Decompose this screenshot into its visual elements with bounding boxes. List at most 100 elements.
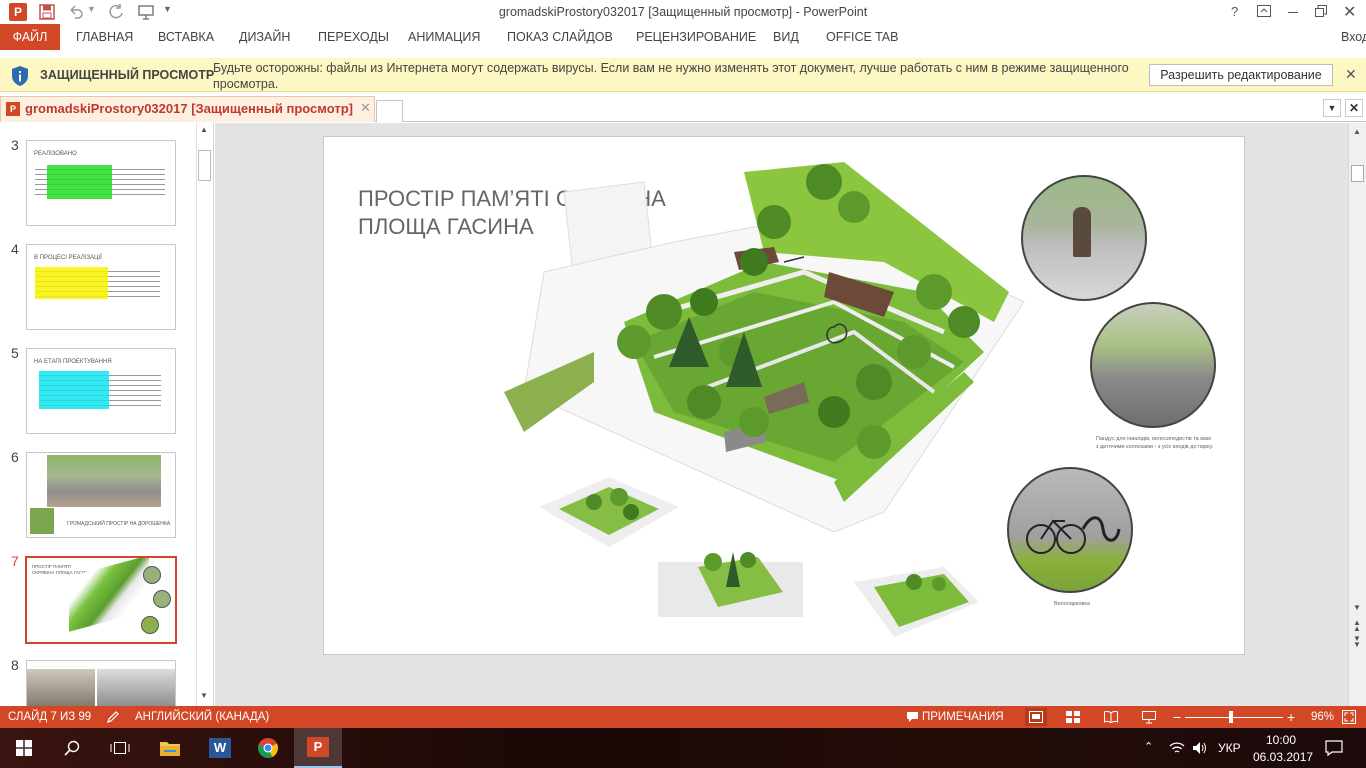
zoom-level[interactable]: 96% — [1311, 706, 1334, 728]
thumbnail-slide-5[interactable]: НА ЕТАПІ ПРОЕКТУВАННЯ — [26, 348, 176, 434]
thumbnail-number: 7 — [11, 553, 19, 569]
vignette-right — [854, 567, 979, 637]
thumbnail-photo — [97, 669, 175, 706]
fit-slide-icon[interactable] — [1342, 710, 1356, 724]
notifications-icon[interactable] — [1325, 740, 1343, 756]
taskbar-file-explorer[interactable] — [146, 728, 194, 768]
caption-ramp-line1: Пандус для інвалідів, велосипедистів та … — [1096, 436, 1211, 442]
thumbnail-slide-4[interactable]: В ПРОЦЕСІ РЕАЛІЗАЦІЇ — [26, 244, 176, 330]
scroll-up-icon[interactable]: ▲ — [200, 125, 208, 134]
tab-animations[interactable]: АНИМАЦИЯ — [408, 24, 480, 50]
powerpoint-icon: P — [307, 737, 329, 757]
sign-in-link[interactable]: Вход — [1341, 24, 1366, 50]
vignette-middle — [658, 552, 803, 617]
thumbnail-photo-small — [30, 508, 54, 534]
taskbar-powerpoint[interactable]: P — [294, 728, 342, 768]
new-tab-button[interactable] — [376, 100, 403, 122]
tab-office-tab[interactable]: OFFICE TAB — [826, 24, 898, 50]
shield-icon — [12, 66, 28, 86]
tab-view[interactable]: ВИД — [773, 24, 799, 50]
close-document-icon[interactable]: ✕ — [1345, 99, 1363, 117]
scroll-thumb[interactable] — [1351, 165, 1364, 182]
clock-time[interactable]: 10:00 — [1266, 733, 1296, 747]
slide-edit-area: ПРОСТІР ПАМ’ЯТІ СКРЯБІНА ПЛОЩА ГАСИНА Па… — [215, 123, 1348, 706]
bicycle-icon — [1026, 516, 1121, 554]
protected-view-title: ЗАЩИЩЕННЫЙ ПРОСМОТР — [40, 68, 215, 82]
previous-slide-icon[interactable]: ▲ ▲ — [1353, 619, 1361, 633]
tab-list-dropdown-icon[interactable]: ▼ — [1323, 99, 1341, 117]
document-tab-close-icon[interactable]: ✕ — [360, 100, 371, 116]
thumbnail-title: ГРОМАДСЬКИЙ ПРОСТІР НА ДОРОШЕНКА — [67, 521, 171, 527]
caption-bike-parking: Велопарковка — [1054, 601, 1091, 607]
slide-sorter-icon[interactable] — [1066, 711, 1080, 723]
tab-review[interactable]: РЕЦЕНЗИРОВАНИЕ — [636, 24, 756, 50]
slide-canvas[interactable]: ПРОСТІР ПАМ’ЯТІ СКРЯБІНА ПЛОЩА ГАСИНА Па… — [323, 136, 1245, 655]
thumbnail-scrollbar[interactable]: ▲ ▼ — [196, 123, 211, 706]
thumbnail-slide-6[interactable]: ГРОМАДСЬКИЙ ПРОСТІР НА ДОРОШЕНКА — [26, 452, 176, 538]
volume-icon[interactable] — [1192, 741, 1208, 755]
document-tabs: P gromadskiProstory032017 [Защищенный пр… — [0, 96, 1366, 122]
word-icon: W — [209, 738, 231, 758]
close-button[interactable]: ✕ — [1343, 2, 1356, 22]
tab-file[interactable]: ФАЙЛ — [0, 24, 60, 50]
tab-home[interactable]: ГЛАВНАЯ — [76, 24, 133, 50]
tab-insert[interactable]: ВСТАВКА — [158, 24, 214, 50]
title-bar: P ▼ ▼ gromadskiProstory032017 [Защищенны… — [0, 0, 1366, 24]
language-indicator[interactable]: АНГЛИЙСКИЙ (КАНАДА) — [135, 706, 269, 728]
thumbnail-circle — [153, 590, 171, 608]
normal-view-glyph — [1029, 711, 1043, 723]
folder-icon — [160, 742, 180, 756]
photo-circle-bike-parking — [1007, 467, 1133, 593]
scroll-up-icon[interactable]: ▲ — [1353, 127, 1361, 136]
tab-design[interactable]: ДИЗАЙН — [239, 24, 290, 50]
taskbar-chrome[interactable] — [244, 728, 292, 768]
close-infobar-icon[interactable]: ✕ — [1345, 66, 1357, 83]
document-tab-ppt-icon: P — [6, 102, 20, 116]
next-slide-icon[interactable]: ▼ ▼ — [1353, 635, 1361, 649]
tab-transitions[interactable]: ПЕРЕХОДЫ — [318, 24, 389, 50]
chrome-icon — [258, 738, 278, 758]
search-icon — [64, 740, 80, 756]
network-icon[interactable] — [1169, 741, 1185, 755]
taskbar-word[interactable]: W — [196, 728, 244, 768]
slide-scrollbar[interactable]: ▲ ▼ ▲ ▲ ▼ ▼ — [1348, 123, 1366, 706]
slide-thumbnail-pane: 3 РЕАЛІЗОВАНО 4 В ПРОЦЕСІ РЕАЛІЗАЦІЇ 5 Н… — [0, 123, 214, 706]
document-tab-label: gromadskiProstory032017 [Защищенный прос… — [25, 101, 353, 116]
thumbnail-circle — [143, 566, 161, 584]
search-button[interactable] — [48, 728, 96, 768]
help-icon[interactable]: ? — [1231, 4, 1238, 19]
slideshow-view-icon[interactable] — [1142, 710, 1156, 724]
notes-icon[interactable] — [906, 711, 919, 723]
reading-view-icon[interactable] — [1104, 711, 1118, 723]
thumbnail-slide-8[interactable] — [26, 660, 176, 706]
show-hidden-icons[interactable]: ⌃ — [1144, 740, 1153, 753]
minimize-button[interactable] — [1288, 12, 1298, 13]
scroll-down-icon[interactable]: ▼ — [200, 691, 208, 700]
zoom-slider-thumb[interactable] — [1229, 711, 1233, 723]
zoom-out-button[interactable]: − — [1173, 706, 1181, 728]
thumbnail-title: НА ЕТАПІ ПРОЕКТУВАННЯ — [34, 359, 112, 365]
thumbnail-circle — [141, 616, 159, 634]
notes-button[interactable]: ПРИМЕЧАНИЯ — [922, 706, 1004, 728]
start-button[interactable] — [0, 728, 48, 768]
thumbnail-slide-7[interactable]: ПРОСТІР ПАМ’ЯТІ СКРЯБІНА ПЛОЩА ГАСИНА — [25, 556, 177, 644]
task-view-button[interactable] — [96, 728, 144, 768]
thumbnail-number: 4 — [11, 241, 19, 257]
protected-view-message-line2: просмотра. — [213, 77, 279, 91]
photo-figure — [1073, 207, 1091, 257]
zoom-in-button[interactable]: + — [1287, 706, 1295, 728]
document-tab-active[interactable]: P gromadskiProstory032017 [Защищенный пр… — [0, 96, 375, 122]
ribbon-display-icon[interactable] — [1257, 5, 1271, 17]
input-language[interactable]: УКР — [1218, 741, 1241, 755]
thumbnail-slide-3[interactable]: РЕАЛІЗОВАНО — [26, 140, 176, 226]
restore-button[interactable] — [1315, 5, 1327, 17]
thumbnail-number: 6 — [11, 449, 19, 465]
thumbnail-number: 8 — [11, 657, 19, 673]
tab-slideshow[interactable]: ПОКАЗ СЛАЙДОВ — [507, 24, 613, 50]
zoom-slider-track[interactable] — [1185, 717, 1283, 718]
spelling-icon[interactable] — [106, 710, 120, 724]
scroll-down-icon[interactable]: ▼ — [1353, 603, 1361, 612]
clock-date[interactable]: 06.03.2017 — [1253, 750, 1313, 764]
enable-editing-button[interactable]: Разрешить редактирование — [1149, 64, 1333, 86]
scroll-thumb[interactable] — [198, 150, 211, 181]
